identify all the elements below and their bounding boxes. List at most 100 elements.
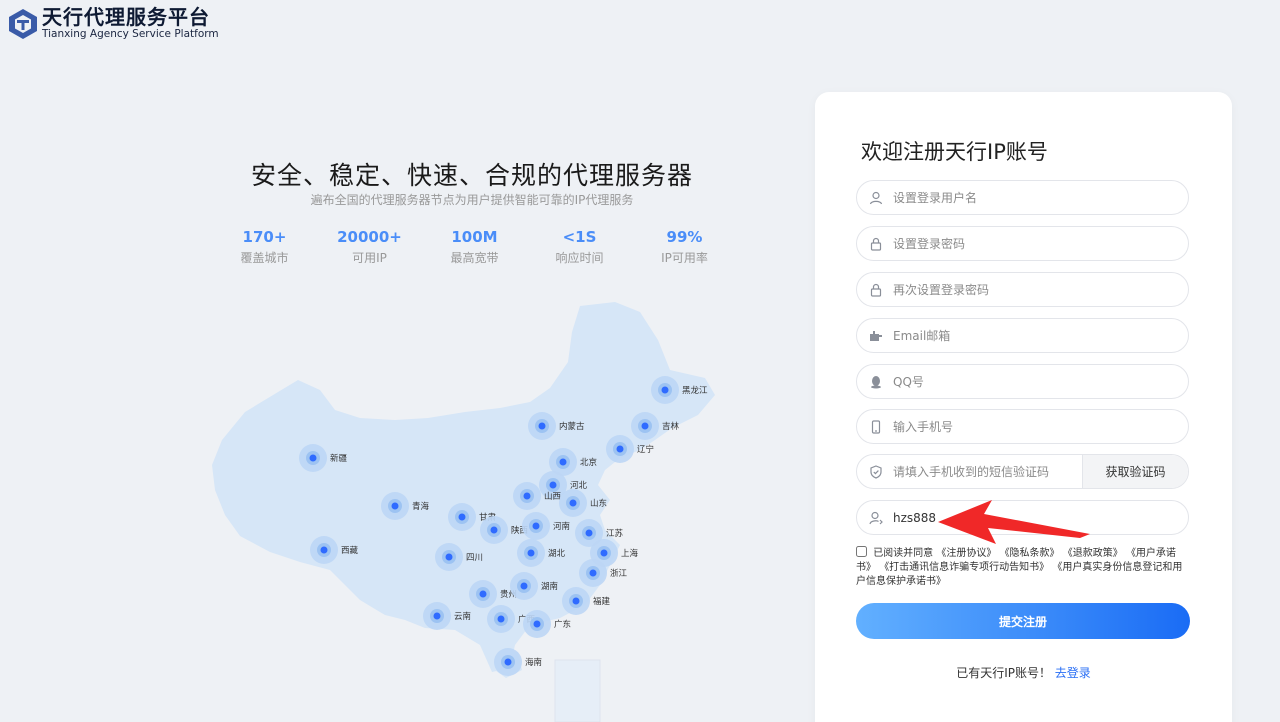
password-confirm-field[interactable]	[856, 272, 1189, 307]
username-field[interactable]	[856, 180, 1189, 215]
get-sms-code-button[interactable]: 获取验证码	[1082, 455, 1188, 488]
city-label: 西藏	[341, 545, 359, 556]
stat-item: 20000+ 可用IP	[317, 228, 422, 266]
submit-register-button[interactable]: 提交注册	[856, 603, 1190, 639]
stat-label: 可用IP	[352, 251, 387, 265]
login-prompt: 已有天行IP账号！ 去登录	[815, 664, 1232, 681]
city-node-dot	[549, 481, 557, 489]
brand-logo[interactable]: 天行代理服务平台 Tianxing Agency Service Platfor…	[6, 6, 219, 41]
password-field[interactable]	[856, 226, 1189, 261]
qq-field[interactable]	[856, 364, 1189, 399]
stat-value: 99%	[666, 228, 703, 246]
city-label: 福建	[593, 596, 611, 607]
agreement-link[interactable]: 《打击通讯信息诈骗专项行动告知书》	[879, 562, 1049, 573]
agree-prefix: 已阅读并同意	[873, 548, 934, 559]
city-node-dot	[458, 513, 466, 521]
city-label: 吉林	[662, 421, 680, 432]
brand-name-cn: 天行代理服务平台	[42, 5, 210, 29]
city-label: 河南	[553, 521, 570, 532]
stat-value: <1S	[562, 228, 597, 246]
stat-item: 99% IP可用率	[632, 228, 737, 266]
city-node-dot	[559, 458, 567, 466]
login-prompt-text: 已有天行IP账号！	[956, 666, 1051, 680]
tx-hex-logo-icon	[9, 8, 37, 39]
city-node-dot	[520, 582, 528, 590]
city-node-dot	[320, 546, 328, 554]
city-node-dot	[661, 386, 669, 394]
city-node-dot	[497, 615, 505, 623]
red-annotation-arrow-icon	[938, 500, 1090, 544]
city-node-dot	[532, 522, 540, 530]
city-node-dot	[490, 526, 498, 534]
city-node-dot	[504, 658, 512, 666]
qq-input[interactable]	[893, 374, 1188, 389]
sms-code-field[interactable]: 获取验证码	[856, 454, 1189, 489]
stat-label: 响应时间	[555, 251, 604, 265]
phone-field[interactable]	[856, 409, 1189, 444]
city-node-dot	[527, 549, 535, 557]
city-node-dot	[533, 620, 541, 628]
mailbox-icon	[869, 329, 883, 343]
city-label: 浙江	[610, 568, 628, 579]
agree-checkbox[interactable]	[856, 546, 867, 557]
username-input[interactable]	[893, 190, 1188, 205]
stat-value: 100M	[451, 228, 498, 246]
shield-check-icon	[869, 464, 883, 479]
stat-label: 最高宽带	[450, 251, 499, 265]
city-node-dot	[445, 553, 453, 561]
city-label: 新疆	[330, 453, 348, 464]
mobile-phone-icon	[869, 419, 883, 434]
city-node-dot	[309, 454, 317, 462]
city-label: 江苏	[606, 528, 624, 539]
city-node-dot	[600, 549, 608, 557]
email-input[interactable]	[893, 328, 1188, 343]
stat-item: 100M 最高宽带	[422, 228, 527, 266]
lock-icon	[869, 283, 883, 297]
sms-code-input[interactable]	[893, 464, 1082, 479]
stat-value: 20000+	[337, 228, 402, 246]
stat-item: 170+ 覆盖城市	[212, 228, 317, 266]
city-node-dot	[572, 597, 580, 605]
city-node-dot	[538, 422, 546, 430]
city-node-dot	[569, 499, 577, 507]
city-label: 内蒙古	[559, 421, 585, 432]
city-label: 云南	[454, 611, 471, 622]
city-node-dot	[616, 445, 624, 453]
stats-row: 170+ 覆盖城市 20000+ 可用IP 100M 最高宽带 <1S 响应时间…	[212, 228, 737, 266]
china-node-map: 黑龙江吉林辽宁内蒙古北京河北山西山东新疆青海甘肃陕西河南江苏上海西藏四川湖北浙江…	[212, 302, 715, 722]
south-sea-inset	[554, 659, 601, 722]
city-label: 湖南	[541, 581, 558, 592]
city-label: 辽宁	[637, 444, 654, 455]
city-label: 青海	[412, 501, 430, 512]
city-label: 山西	[544, 491, 561, 502]
city-label: 四川	[466, 553, 483, 563]
city-node-dot	[391, 502, 399, 510]
city-node-dot	[523, 492, 531, 500]
stat-label: 覆盖城市	[240, 251, 289, 265]
password-confirm-input[interactable]	[893, 282, 1188, 297]
city-label: 上海	[621, 548, 639, 559]
register-title: 欢迎注册天行IP账号	[861, 140, 1048, 164]
qq-penguin-icon	[869, 375, 883, 389]
city-node-dot	[585, 529, 593, 537]
hero-subtitle: 遍布全国的代理服务器节点为用户提供智能可靠的IP代理服务	[310, 193, 634, 207]
phone-input[interactable]	[893, 419, 1188, 434]
city-node-dot	[479, 590, 487, 598]
city-label: 湖北	[548, 549, 566, 559]
user-add-icon	[869, 511, 883, 525]
email-field[interactable]	[856, 318, 1189, 353]
stat-item: <1S 响应时间	[527, 228, 632, 266]
go-login-link[interactable]: 去登录	[1055, 666, 1091, 680]
lock-icon	[869, 237, 883, 251]
password-input[interactable]	[893, 236, 1188, 251]
stat-value: 170+	[242, 228, 287, 246]
city-label: 广东	[554, 619, 571, 630]
city-node-dot	[641, 422, 649, 430]
brand-name-en: Tianxing Agency Service Platform	[42, 28, 219, 40]
city-label: 北京	[580, 457, 597, 468]
hero-title: 安全、稳定、快速、合规的代理服务器	[250, 161, 693, 190]
city-label: 海南	[525, 657, 542, 668]
city-node-dot	[589, 569, 597, 577]
user-icon	[869, 191, 883, 205]
city-node-dot	[433, 612, 441, 620]
